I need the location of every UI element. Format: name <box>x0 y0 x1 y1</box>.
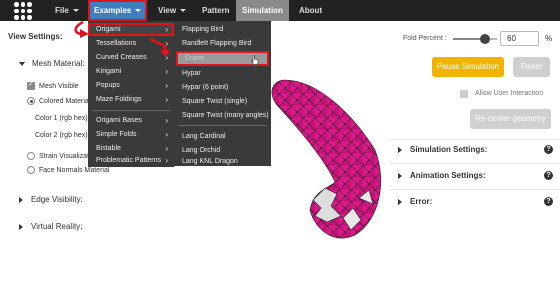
fold-percent-input[interactable] <box>500 31 539 46</box>
origami-item-lang-cardinal[interactable]: Lang Cardinal <box>174 130 271 143</box>
nav-pattern-tab[interactable]: Pattern <box>196 0 236 21</box>
mesh-visible-checkbox[interactable]: Mesh Visible <box>27 80 79 90</box>
face-normals-label: Face Normals Material <box>39 166 110 174</box>
allow-user-interaction-checkbox[interactable] <box>460 90 468 98</box>
help-icon[interactable]: ? <box>544 171 553 180</box>
view-settings-title: View Settings: <box>8 32 63 41</box>
simulation-settings-label: Simulation Settings: <box>410 145 488 154</box>
section-divider <box>390 163 560 164</box>
origami-item-lang-knl-dragon[interactable]: Lang KNL Dragon <box>174 157 271 166</box>
annotation-arrow-curve <box>74 20 85 36</box>
nav-file-label: File <box>55 6 69 15</box>
origami-submenu: Flapping Bird Randlett Flapping Bird Cra… <box>174 21 271 166</box>
edge-visibility-label: Edge Visibility: <box>31 195 83 204</box>
chevron-down-icon <box>180 9 187 13</box>
reset-button[interactable]: Reset <box>513 57 550 77</box>
hand-cursor-icon <box>251 55 259 65</box>
nav-file-menu[interactable]: File <box>49 0 85 21</box>
pause-simulation-button[interactable]: Pause Simulation <box>432 57 504 77</box>
examples-item-problematic-patterns[interactable]: Problematic Patterns › <box>88 154 174 167</box>
examples-dropdown: Origami › Tessellations › Curved Creases › … <box>88 21 174 167</box>
examples-item-origami-bases[interactable]: Origami Bases › <box>88 114 174 127</box>
origami-item-hypar[interactable]: Hypar <box>174 67 271 80</box>
allow-user-interaction-label: Allow User Interaction <box>475 90 544 97</box>
chevron-down-icon <box>72 9 79 13</box>
app-logo-icon[interactable] <box>14 2 32 20</box>
virtual-reality-toggle[interactable]: Virtual Reality: <box>19 222 82 231</box>
examples-item-maze-foldings[interactable]: Maze Foldings › <box>88 93 174 106</box>
recenter-geometry-button[interactable]: Re-center geometry <box>470 109 551 129</box>
nav-about-tab[interactable]: About <box>293 0 328 21</box>
chevron-right-icon: › <box>165 130 168 139</box>
expand-triangle-icon <box>398 172 402 179</box>
menu-divider <box>178 125 267 126</box>
section-divider <box>390 189 560 190</box>
face-normals-radio[interactable]: Face Normals Material <box>27 166 109 174</box>
origami-model-canvas[interactable] <box>255 70 395 245</box>
chevron-down-icon <box>135 9 142 13</box>
simulation-settings-toggle[interactable]: Simulation Settings: <box>398 145 487 154</box>
mesh-visible-label: Mesh Visible <box>39 82 79 90</box>
menu-divider <box>92 110 170 111</box>
origami-item-square-twist-single[interactable]: Square Twist (single) <box>174 95 271 108</box>
chevron-right-icon: › <box>165 156 168 165</box>
examples-item-tessellations[interactable]: Tessellations › <box>88 37 174 50</box>
mesh-material-toggle[interactable]: Mesh Material: <box>19 59 84 68</box>
examples-item-origami[interactable]: Origami › <box>88 23 174 36</box>
fold-percent-label: Fold Percent : <box>403 35 447 42</box>
edge-visibility-toggle[interactable]: Edge Visibility: <box>19 195 83 204</box>
expand-triangle-icon <box>398 146 402 153</box>
error-toggle[interactable]: Error: <box>398 197 432 206</box>
chevron-right-icon: › <box>165 39 168 48</box>
origami-item-lang-orchid[interactable]: Lang Orchid <box>174 144 271 157</box>
origami-item-square-twist-many[interactable]: Square Twist (many angles) <box>174 109 271 122</box>
virtual-reality-label: Virtual Reality: <box>31 222 83 231</box>
chevron-right-icon: › <box>165 67 168 76</box>
nav-view-menu[interactable]: View <box>152 0 192 21</box>
radio-selected-icon[interactable] <box>27 97 35 105</box>
color1-label: Color 1 (rgb hex): <box>35 115 90 122</box>
origami-item-flapping-bird[interactable]: Flapping Bird <box>174 23 271 36</box>
help-icon[interactable]: ? <box>544 197 553 206</box>
examples-item-popups[interactable]: Popups › <box>88 79 174 92</box>
section-divider <box>390 139 560 140</box>
origami-item-hypar-6-point[interactable]: Hypar (6 point) <box>174 81 271 94</box>
animation-settings-label: Animation Settings: <box>410 171 486 180</box>
nav-examples-menu[interactable]: Examples <box>88 0 148 21</box>
examples-item-kirigami[interactable]: Kirigami › <box>88 65 174 78</box>
fold-percent-slider-handle[interactable] <box>480 34 490 44</box>
colored-material-radio[interactable]: Colored Material <box>27 97 90 105</box>
colored-material-label: Colored Material <box>39 97 91 105</box>
radio-unselected-icon[interactable] <box>27 166 35 174</box>
chevron-right-icon: › <box>165 53 168 62</box>
mesh-material-label: Mesh Material: <box>32 59 85 68</box>
collapse-triangle-icon <box>19 61 25 66</box>
origami-item-randlett-flapping-bird[interactable]: Randlett Flapping Bird <box>174 37 271 50</box>
chevron-right-icon: › <box>165 116 168 125</box>
expand-triangle-icon <box>19 223 23 230</box>
color2-label: Color 2 (rgb hex): <box>35 132 90 139</box>
percent-sign: % <box>545 34 553 43</box>
chevron-right-icon: › <box>165 95 168 104</box>
animation-settings-toggle[interactable]: Animation Settings: <box>398 171 486 180</box>
nav-examples-label: Examples <box>94 6 132 15</box>
examples-item-curved-creases[interactable]: Curved Creases › <box>88 51 174 64</box>
expand-triangle-icon <box>19 196 23 203</box>
expand-triangle-icon <box>398 198 402 205</box>
checkbox-checked-icon[interactable] <box>27 80 35 90</box>
chevron-right-icon: › <box>165 25 168 34</box>
examples-item-simple-folds[interactable]: Simple Folds › <box>88 128 174 141</box>
nav-view-label: View <box>158 6 177 15</box>
nav-simulation-tab[interactable]: Simulation <box>236 0 289 21</box>
chevron-right-icon: › <box>165 81 168 90</box>
radio-unselected-icon[interactable] <box>27 152 35 160</box>
error-label: Error: <box>410 197 433 206</box>
top-nav-bar: File Examples View Pattern Simulation Ab… <box>0 0 560 21</box>
help-icon[interactable]: ? <box>544 145 553 154</box>
